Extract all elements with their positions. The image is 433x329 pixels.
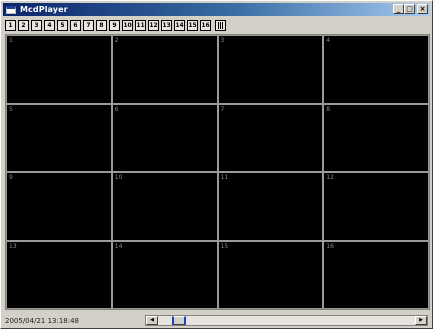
channel-1-button[interactable]: 1: [5, 20, 16, 31]
video-cell-6[interactable]: 6: [111, 103, 218, 172]
cell-number: 3: [220, 37, 225, 44]
channel-7-button[interactable]: 7: [83, 20, 94, 31]
video-cell-12[interactable]: 12: [323, 172, 429, 241]
channel-8-button[interactable]: 8: [96, 20, 107, 31]
video-cell-11[interactable]: 11: [217, 172, 324, 241]
timeline-scrollbar[interactable]: ◀ ▶: [145, 315, 428, 326]
video-grid: 1 2 3 4 5 6 7 8 9 10 11 12 13 14 15 16: [5, 34, 430, 310]
video-cell-16[interactable]: 16: [323, 240, 429, 309]
cell-number: 1: [9, 37, 13, 44]
cell-number: 14: [114, 242, 123, 250]
scroll-left-arrow-icon[interactable]: ◀: [146, 316, 158, 325]
channel-toolbar: 1 2 3 4 5 6 7 8 9 10 11 12 13 14 15 16: [5, 19, 226, 32]
video-cell-9[interactable]: 9: [6, 172, 112, 241]
minimize-button[interactable]: _: [393, 4, 404, 14]
channel-13-button[interactable]: 13: [161, 20, 172, 31]
cell-number: 11: [220, 174, 229, 181]
video-cell-13[interactable]: 13: [6, 240, 112, 309]
video-cell-7[interactable]: 7: [217, 103, 324, 172]
video-cell-5[interactable]: 5: [6, 103, 112, 172]
cell-number: 4: [326, 37, 331, 44]
cell-number: 5: [9, 105, 13, 113]
channel-5-button[interactable]: 5: [57, 20, 68, 31]
channel-11-button[interactable]: 11: [135, 20, 146, 31]
window-title: McdPlayer: [20, 5, 68, 14]
channel-2-button[interactable]: 2: [18, 20, 29, 31]
video-cell-10[interactable]: 10: [111, 172, 218, 241]
video-cell-2[interactable]: 2: [111, 35, 218, 104]
status-bar: 2005/04/21 13:18:48 ◀ ▶: [5, 314, 430, 327]
grid-layout-icon[interactable]: [215, 20, 226, 31]
scroll-right-arrow-icon[interactable]: ▶: [415, 316, 427, 325]
cell-number: 6: [114, 105, 119, 113]
channel-4-button[interactable]: 4: [44, 20, 55, 31]
scrollbar-thumb[interactable]: [172, 316, 186, 325]
maximize-button[interactable]: □: [404, 4, 415, 14]
channel-9-button[interactable]: 9: [109, 20, 120, 31]
channel-16-button[interactable]: 16: [200, 20, 211, 31]
video-cell-8[interactable]: 8: [323, 103, 429, 172]
video-cell-1[interactable]: 1: [6, 35, 112, 104]
app-window-icon: [6, 5, 16, 14]
channel-3-button[interactable]: 3: [31, 20, 42, 31]
cell-number: 16: [326, 242, 334, 250]
close-button[interactable]: ×: [417, 4, 428, 14]
mcdplayer-window: McdPlayer _ □ × 1 2 3 4 5 6 7 8 9 10 11 …: [0, 0, 433, 329]
video-cell-14[interactable]: 14: [111, 240, 218, 309]
cell-number: 13: [9, 242, 17, 250]
cell-number: 9: [9, 174, 13, 181]
cell-number: 2: [114, 37, 119, 44]
channel-15-button[interactable]: 15: [187, 20, 198, 31]
video-cell-15[interactable]: 15: [217, 240, 324, 309]
caption-buttons: _ □ ×: [393, 4, 428, 14]
cell-number: 7: [220, 105, 225, 113]
channel-14-button[interactable]: 14: [174, 20, 185, 31]
cell-number: 10: [114, 174, 123, 181]
cell-number: 12: [326, 174, 334, 181]
cell-number: 8: [326, 105, 331, 113]
playback-timestamp: 2005/04/21 13:18:48: [5, 316, 80, 325]
channel-12-button[interactable]: 12: [148, 20, 159, 31]
cell-number: 15: [220, 242, 229, 250]
scrollbar-track[interactable]: [158, 316, 415, 325]
video-cell-4[interactable]: 4: [323, 35, 429, 104]
channel-6-button[interactable]: 6: [70, 20, 81, 31]
title-bar[interactable]: McdPlayer _ □ ×: [3, 3, 430, 16]
channel-10-button[interactable]: 10: [122, 20, 133, 31]
video-cell-3[interactable]: 3: [217, 35, 324, 104]
